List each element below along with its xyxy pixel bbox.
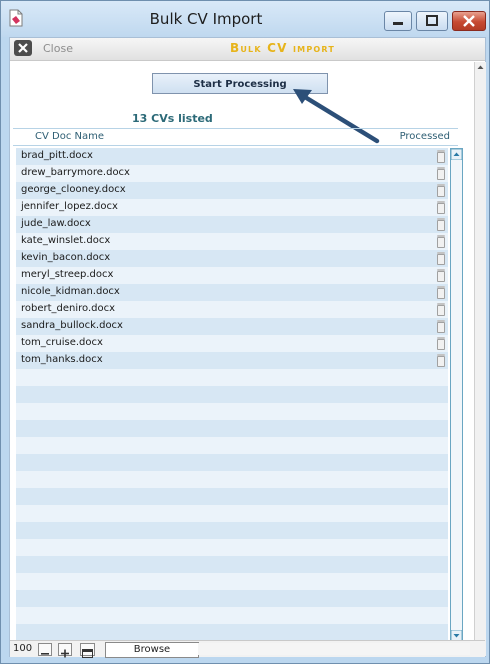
table-header: CV Doc Name Processed [13, 128, 458, 146]
mode-selector[interactable]: Browse [105, 642, 199, 658]
maximize-icon [426, 15, 438, 26]
table-row[interactable]: george_clooney.docx [16, 182, 448, 199]
list-scrollbar[interactable] [450, 148, 463, 642]
layout-toggle-button[interactable] [80, 643, 95, 658]
minimize-button[interactable] [384, 11, 412, 31]
maximize-button[interactable] [416, 11, 448, 31]
table-row[interactable]: tom_hanks.docx [16, 352, 448, 369]
table-row[interactable]: jude_law.docx [16, 216, 448, 233]
empty-row [16, 403, 448, 420]
table-row[interactable]: drew_barrymore.docx [16, 165, 448, 182]
file-name: jennifer_lopez.docx [21, 201, 118, 212]
title-bar[interactable]: Bulk CV Import [1, 1, 489, 37]
checkbox-icon[interactable] [437, 201, 445, 214]
checkbox-icon[interactable] [437, 337, 445, 350]
empty-row [16, 454, 448, 471]
zoom-in-button[interactable] [58, 643, 72, 658]
empty-row [16, 624, 448, 640]
table-row[interactable]: jennifer_lopez.docx [16, 199, 448, 216]
table-row[interactable]: sandra_bullock.docx [16, 318, 448, 335]
empty-row [16, 573, 448, 590]
checkbox-icon[interactable] [437, 303, 445, 316]
window-scrollbar[interactable] [474, 62, 486, 656]
file-name: george_clooney.docx [21, 184, 126, 195]
empty-row [16, 471, 448, 488]
checkbox-icon[interactable] [437, 150, 445, 163]
empty-row [16, 539, 448, 556]
empty-row [16, 437, 448, 454]
file-name: brad_pitt.docx [21, 150, 93, 161]
checkbox-icon[interactable] [437, 320, 445, 333]
horizontal-scrollbar[interactable] [198, 643, 470, 655]
app-window: Bulk CV Import Close Bulk CV import Star… [0, 0, 490, 664]
minimize-icon [393, 22, 403, 25]
cv-list: brad_pitt.docx drew_barrymore.docx georg… [16, 148, 448, 640]
zoom-out-button[interactable] [38, 643, 52, 656]
checkbox-icon[interactable] [437, 167, 445, 180]
checkbox-icon[interactable] [437, 269, 445, 282]
empty-row [16, 369, 448, 386]
layout-icon [82, 649, 93, 658]
empty-row [16, 607, 448, 624]
zoom-level[interactable]: 100 [13, 643, 32, 654]
empty-row [16, 556, 448, 573]
file-name: robert_deniro.docx [21, 303, 116, 314]
file-name: kate_winslet.docx [21, 235, 111, 246]
table-row[interactable]: brad_pitt.docx [16, 148, 448, 165]
main-content: Close Bulk CV import Start Processing 13… [9, 37, 486, 658]
checkbox-icon[interactable] [437, 235, 445, 248]
checkbox-icon[interactable] [437, 354, 445, 367]
scroll-up-icon[interactable] [451, 149, 462, 160]
scroll-up-icon[interactable] [476, 63, 485, 72]
file-name: jude_law.docx [21, 218, 91, 229]
close-icon [463, 15, 475, 27]
file-name: sandra_bullock.docx [21, 320, 123, 331]
table-row[interactable]: kevin_bacon.docx [16, 250, 448, 267]
cv-count-label: 13 CVs listed [132, 112, 213, 125]
table-row[interactable]: kate_winslet.docx [16, 233, 448, 250]
file-name: drew_barrymore.docx [21, 167, 130, 178]
column-header-processed[interactable]: Processed [400, 131, 450, 142]
table-row[interactable]: meryl_streep.docx [16, 267, 448, 284]
empty-row [16, 590, 448, 607]
status-bar: 100 Browse [10, 640, 485, 658]
empty-row [16, 488, 448, 505]
file-name: tom_cruise.docx [21, 337, 103, 348]
plus-icon [61, 649, 69, 658]
table-row[interactable]: nicole_kidman.docx [16, 284, 448, 301]
table-row[interactable]: tom_cruise.docx [16, 335, 448, 352]
file-name: nicole_kidman.docx [21, 286, 120, 297]
window-close-button[interactable] [452, 11, 486, 31]
empty-row [16, 505, 448, 522]
checkbox-icon[interactable] [437, 184, 445, 197]
empty-row [16, 420, 448, 437]
window-title: Bulk CV Import [149, 10, 263, 28]
empty-row [16, 522, 448, 539]
minus-icon [41, 653, 49, 655]
checkbox-icon[interactable] [437, 286, 445, 299]
file-name: meryl_streep.docx [21, 269, 114, 280]
checkbox-icon[interactable] [437, 252, 445, 265]
file-name: tom_hanks.docx [21, 354, 103, 365]
empty-row [16, 386, 448, 403]
file-name: kevin_bacon.docx [21, 252, 111, 263]
table-row[interactable]: robert_deniro.docx [16, 301, 448, 318]
column-header-name[interactable]: CV Doc Name [35, 131, 104, 142]
checkbox-icon[interactable] [437, 218, 445, 231]
